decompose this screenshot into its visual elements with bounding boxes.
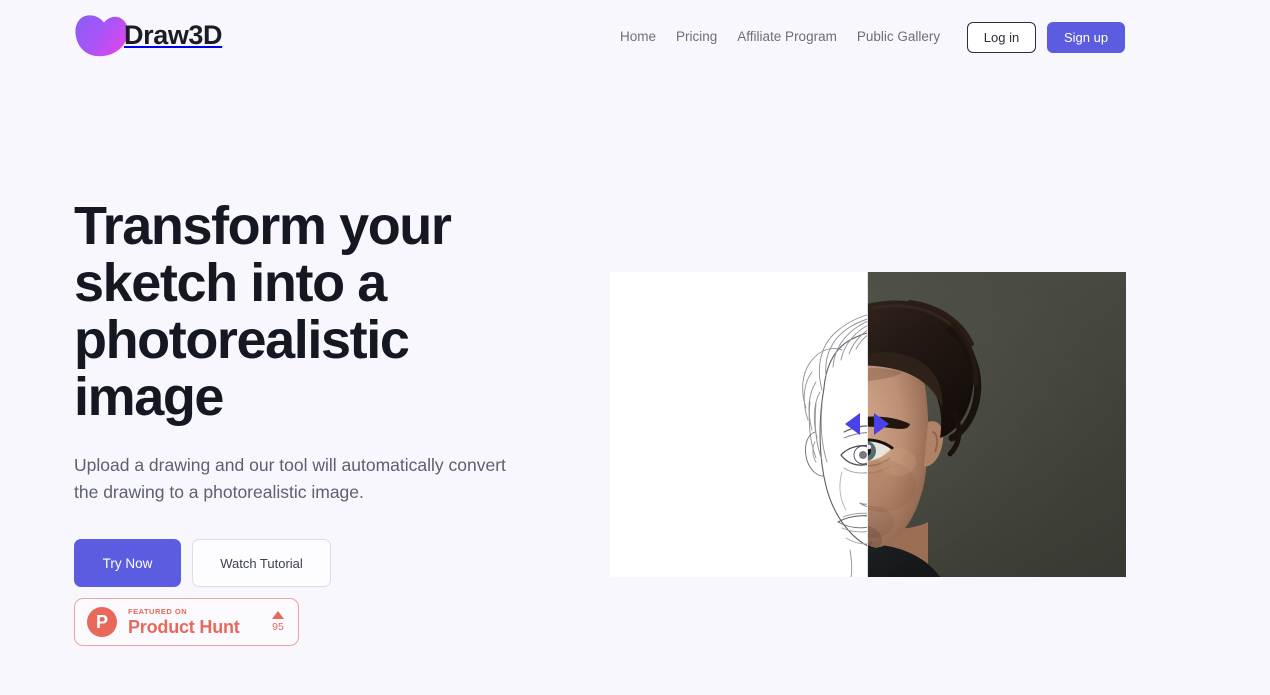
nav-item-public-gallery[interactable]: Public Gallery [847, 26, 950, 48]
hero-cta-row: Try Now Watch Tutorial [74, 539, 574, 587]
before-after-compare[interactable] [610, 272, 1126, 577]
blob-heart-logo-icon [75, 15, 128, 57]
watch-tutorial-button[interactable]: Watch Tutorial [192, 539, 331, 587]
brand-name: Draw3D [124, 19, 223, 50]
upvote-count: 95 [272, 621, 284, 633]
nav-item-home[interactable]: Home [620, 26, 666, 48]
auth-buttons: Log in Sign up [967, 22, 1125, 53]
brand-logo-link[interactable]: Draw3D [74, 13, 223, 57]
compare-slider-handle-icon[interactable] [845, 411, 889, 437]
product-hunt-featured-label: FEATURED ON [128, 607, 188, 616]
site-header: Draw3D Home Pricing Affiliate Program Pu… [0, 0, 1270, 76]
hero-subtitle: Upload a drawing and our tool will autom… [74, 455, 506, 502]
product-hunt-name: Product Hunt [128, 617, 240, 637]
product-hunt-badge[interactable]: P FEATURED ON Product Hunt 95 [74, 598, 299, 646]
photo-image [867, 272, 1126, 577]
nav-item-pricing[interactable]: Pricing [666, 26, 727, 48]
product-hunt-text: FEATURED ON Product Hunt [128, 607, 240, 637]
login-button[interactable]: Log in [967, 22, 1036, 53]
page-title: Transform your sketch into a photorealis… [74, 196, 452, 427]
nav-item-affiliate-program[interactable]: Affiliate Program [727, 26, 847, 48]
signup-button[interactable]: Sign up [1047, 22, 1125, 53]
try-now-button[interactable]: Try Now [74, 539, 181, 587]
arrow-left-icon [845, 413, 860, 435]
product-hunt-logo-letter: P [95, 611, 108, 632]
arrow-right-icon [874, 413, 889, 435]
main-nav: Home Pricing Affiliate Program Public Ga… [620, 26, 950, 48]
hero-text-block: Transform your sketch into a photorealis… [74, 198, 574, 587]
upvote-triangle-icon [272, 611, 284, 619]
product-hunt-votes: 95 [272, 611, 286, 633]
product-hunt-logo-icon: P [87, 607, 117, 637]
